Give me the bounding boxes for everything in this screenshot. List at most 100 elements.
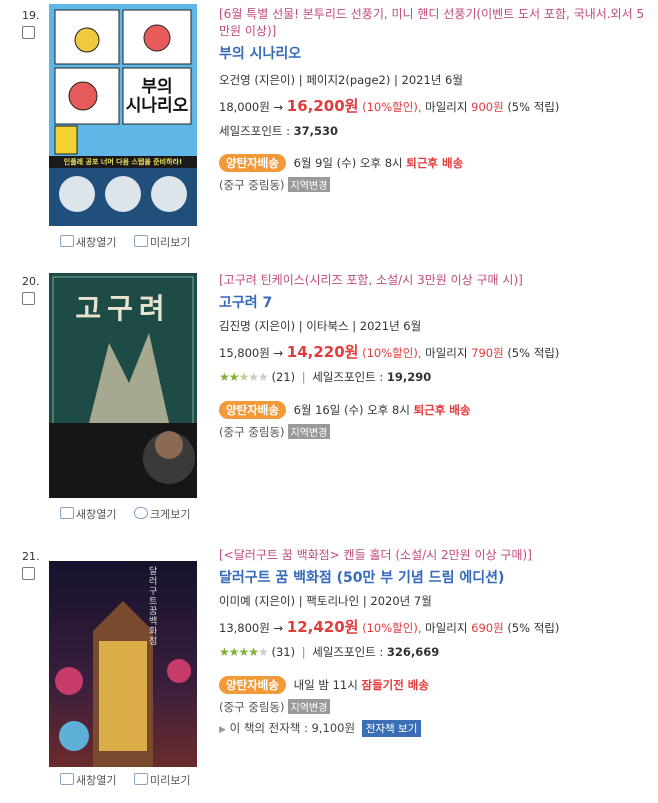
- sales-point-value: 37,530: [293, 124, 339, 138]
- mileage-rate: (5% 적립): [507, 346, 560, 360]
- cover-art: [49, 561, 197, 767]
- preview-label: 미리보기: [149, 774, 191, 787]
- area-label: (중구 중림동): [219, 178, 285, 192]
- change-area-button[interactable]: 지역변경: [287, 424, 331, 439]
- discount: (10%할인),: [362, 346, 422, 360]
- new-window-label: 새창열기: [76, 236, 117, 249]
- mileage-label: 마일리지: [425, 621, 468, 635]
- delivery-time: 내일 밤 11시: [293, 678, 358, 692]
- rank-number: 20.: [22, 275, 40, 288]
- book-title[interactable]: 부의 시나리오: [219, 43, 649, 63]
- mileage-label: 마일리지: [425, 100, 468, 114]
- new-window-label: 새창열기: [76, 774, 117, 787]
- price-arrow: →: [273, 100, 284, 114]
- preview-link[interactable]: 미리보기: [133, 773, 191, 787]
- new-window-icon: [60, 235, 74, 247]
- book-cover[interactable]: 달러구트 꿈 백화점: [49, 561, 197, 767]
- delivery-highlight: 잠들기전 배송: [361, 678, 429, 692]
- delivery-area: (중구 중림동) 지역변경: [219, 699, 649, 715]
- book-icon: [133, 773, 148, 785]
- select-checkbox[interactable]: [22, 292, 35, 305]
- mileage-rate: (5% 적립): [507, 621, 560, 635]
- promo-link[interactable]: [고구려 틴케이스(시리즈 포함, 소설/시 3만원 이상 구매 시)]: [219, 272, 649, 289]
- price-row: 18,000원 → 16,200원 (10%할인), 마일리지 900원 (5%…: [219, 95, 649, 116]
- cover-title: 부의 시나리오: [125, 77, 189, 116]
- list-price: 15,800원: [219, 346, 270, 360]
- delivery-highlight: 퇴근후 배송: [406, 156, 464, 170]
- sale-price: 12,420원: [286, 618, 359, 636]
- new-window-link[interactable]: 새창열기: [60, 235, 117, 249]
- zoom-label: 크게보기: [149, 508, 191, 521]
- ebook-view-button[interactable]: 전자책 보기: [361, 720, 422, 737]
- sales-point-label: 세일즈포인트 :: [219, 124, 291, 138]
- new-window-icon: [60, 507, 74, 519]
- delivery-time: 6월 9일 (수) 오후 8시: [293, 156, 403, 170]
- review-count[interactable]: (21): [271, 370, 295, 384]
- ebook-price: 이 책의 전자책 : 9,100원: [229, 721, 356, 735]
- new-window-icon: [60, 773, 74, 785]
- rating-row: ★★★★★ (31) | 세일즈포인트 : 326,669: [219, 645, 440, 659]
- rating-row: ★★★★★ (21) | 세일즈포인트 : 19,290: [219, 370, 432, 384]
- sales-point: 세일즈포인트 : 37,530: [219, 123, 649, 139]
- delivery-area: (중구 중림동) 지역변경: [219, 424, 649, 440]
- new-window-label: 새창열기: [76, 508, 117, 521]
- book-meta: 김진명 (지은이) | 이타북스 | 2021년 6월: [219, 319, 422, 333]
- rating-stars: ★★★★★: [219, 645, 269, 659]
- book-title[interactable]: 달러구트 꿈 백화점 (50만 부 기념 드림 에디션): [219, 567, 649, 587]
- new-window-link[interactable]: 새창열기: [60, 773, 117, 787]
- ebook-row: ▶ 이 책의 전자책 : 9,100원 전자책 보기: [219, 720, 649, 737]
- bullet-icon: ▶: [219, 725, 226, 735]
- preview-link[interactable]: 미리보기: [133, 235, 191, 249]
- list-price: 18,000원: [219, 100, 270, 114]
- zoom-plus-icon: [133, 507, 148, 519]
- mileage: 690원: [471, 621, 504, 635]
- delivery-info: 양탄자배송 내일 밤 11시 잠들기전 배송: [219, 676, 649, 694]
- sales-point-value: 326,669: [386, 645, 440, 659]
- zoom-link[interactable]: 크게보기: [133, 507, 191, 521]
- book-meta: 이미예 (지은이) | 팩토리나인 | 2020년 7월: [219, 594, 432, 608]
- change-area-button[interactable]: 지역변경: [287, 699, 331, 714]
- delivery-badge: 양탄자배송: [219, 676, 286, 694]
- book-icon: [133, 235, 148, 247]
- book-title[interactable]: 고구려 7: [219, 292, 649, 312]
- discount: (10%할인),: [362, 100, 422, 114]
- mileage: 790원: [471, 346, 504, 360]
- delivery-info: 양탄자배송 6월 9일 (수) 오후 8시 퇴근후 배송: [219, 154, 649, 172]
- select-checkbox[interactable]: [22, 567, 35, 580]
- sales-point-label: 세일즈포인트 :: [312, 370, 384, 384]
- sale-price: 16,200원: [286, 97, 359, 115]
- discount: (10%할인),: [362, 621, 422, 635]
- price-arrow: →: [273, 621, 284, 635]
- cover-title: 고구려: [75, 292, 171, 325]
- sale-price: 14,220원: [286, 343, 359, 361]
- area-label: (중구 중림동): [219, 700, 285, 714]
- sales-point-label: 세일즈포인트 :: [312, 645, 384, 659]
- new-window-link[interactable]: 새창열기: [60, 507, 117, 521]
- book-meta: 오건영 (지은이) | 페이지2(page2) | 2021년 6월: [219, 73, 463, 87]
- delivery-highlight: 퇴근후 배송: [413, 403, 471, 417]
- preview-label: 미리보기: [149, 236, 191, 249]
- change-area-button[interactable]: 지역변경: [287, 177, 331, 192]
- review-count[interactable]: (31): [271, 645, 295, 659]
- delivery-info: 양탄자배송 6월 16일 (수) 오후 8시 퇴근후 배송: [219, 401, 649, 419]
- delivery-badge: 양탄자배송: [219, 401, 286, 419]
- cover-banner: 인플레 공포 너머 다음 스텝을 준비하라!: [63, 158, 183, 166]
- mileage-label: 마일리지: [425, 346, 468, 360]
- promo-link[interactable]: [<달러구트 꿈 백화점> 캔들 홀더 (소설/시 2만원 이상 구매)]: [219, 547, 649, 564]
- book-cover[interactable]: 부의 시나리오 인플레 공포 너머 다음 스텝을 준비하라!: [49, 4, 197, 226]
- price-arrow: →: [273, 346, 284, 360]
- book-cover[interactable]: 고구려: [49, 273, 197, 498]
- select-checkbox[interactable]: [22, 26, 35, 39]
- rank-number: 19.: [22, 9, 40, 22]
- sales-point-value: 19,290: [386, 370, 432, 384]
- rank-number: 21.: [22, 550, 40, 563]
- delivery-area: (중구 중림동) 지역변경: [219, 177, 649, 193]
- rating-stars: ★★★★★: [219, 370, 269, 384]
- mileage-rate: (5% 적립): [507, 100, 560, 114]
- price-row: 13,800원 → 12,420원 (10%할인), 마일리지 690원 (5%…: [219, 616, 649, 637]
- price-row: 15,800원 → 14,220원 (10%할인), 마일리지 790원 (5%…: [219, 341, 649, 362]
- promo-link[interactable]: [6월 특별 선물! 본투리드 선풍기, 미니 핸디 선풍기(이벤트 도서 포함…: [219, 6, 649, 40]
- area-label: (중구 중림동): [219, 425, 285, 439]
- cover-title: 달러구트 꿈 백화점: [149, 567, 158, 647]
- mileage: 900원: [471, 100, 504, 114]
